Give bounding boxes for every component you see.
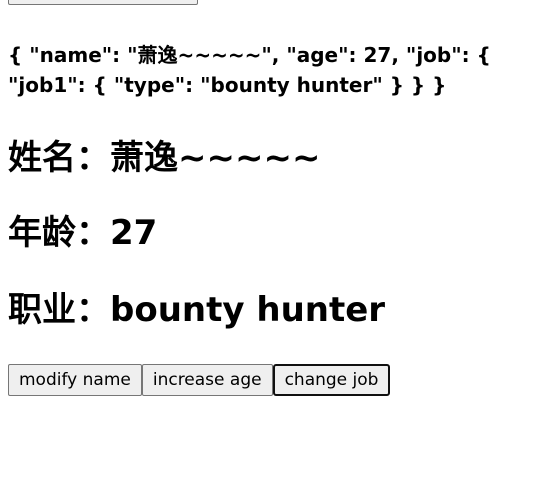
job-line: 职业：bounty hunter: [8, 290, 385, 330]
job-label: 职业：: [8, 290, 110, 330]
top-partial-button[interactable]: [8, 0, 198, 5]
age-line: 年龄：27: [8, 213, 157, 253]
job-value: bounty hunter: [110, 290, 386, 330]
change-job-button[interactable]: change job: [272, 364, 391, 396]
name-value: 萧逸~~~~~: [110, 138, 321, 178]
json-output: { "name": "萧逸~~~~~", "age": 27, "job": {…: [8, 43, 491, 97]
age-label: 年龄：: [8, 213, 110, 253]
age-value: 27: [110, 213, 158, 253]
modify-name-button[interactable]: modify name: [8, 364, 142, 396]
page: { "name": "萧逸~~~~~", "age": 27, "job": {…: [0, 0, 541, 481]
name-label: 姓名：: [8, 138, 110, 178]
button-row: modify name increase age change job: [8, 364, 391, 396]
increase-age-button[interactable]: increase age: [141, 364, 273, 396]
name-line: 姓名：萧逸~~~~~: [8, 138, 320, 178]
